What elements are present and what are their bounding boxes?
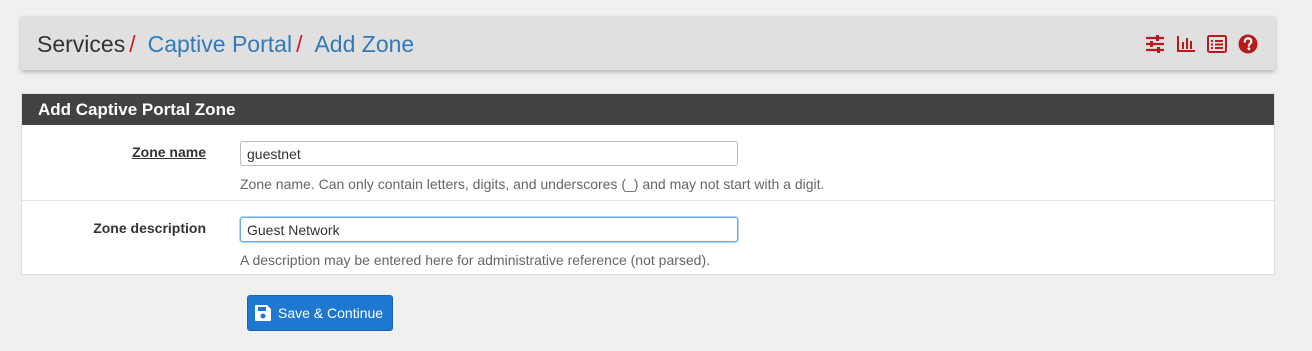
list-icon[interactable] — [1206, 33, 1228, 55]
save-continue-label: Save & Continue — [278, 305, 384, 321]
zone-name-input[interactable] — [240, 141, 738, 166]
save-continue-button[interactable]: Save & Continue — [247, 295, 393, 331]
header-icon-toolbar — [1144, 33, 1259, 55]
breadcrumb: Services / Captive Portal / Add Zone — [37, 30, 414, 58]
zone-description-help: A description may be entered here for ad… — [240, 252, 711, 268]
form-row-zone-name: Zone name Zone name. Can only contain le… — [22, 125, 1274, 201]
breadcrumb-root: Services — [37, 31, 126, 57]
breadcrumb-bar: Services / Captive Portal / Add Zone — [21, 16, 1275, 70]
add-zone-panel: Add Captive Portal Zone Zone name Zone n… — [21, 93, 1275, 275]
floppy-disk-icon — [254, 304, 272, 322]
zone-name-label: Zone name — [132, 144, 206, 160]
zone-description-label: Zone description — [93, 220, 206, 236]
bar-chart-icon[interactable] — [1175, 33, 1197, 55]
help-icon[interactable] — [1237, 33, 1259, 55]
panel-title: Add Captive Portal Zone — [22, 94, 1274, 125]
form-row-zone-description: Zone description A description may be en… — [22, 201, 1274, 276]
zone-description-input[interactable] — [240, 217, 738, 242]
breadcrumb-link-add-zone[interactable]: Add Zone — [314, 31, 414, 57]
breadcrumb-separator: / — [296, 31, 303, 57]
breadcrumb-separator: / — [129, 31, 136, 57]
breadcrumb-link-captive-portal[interactable]: Captive Portal — [148, 31, 292, 57]
settings-sliders-icon[interactable] — [1144, 33, 1166, 55]
zone-name-help: Zone name. Can only contain letters, dig… — [240, 176, 825, 192]
